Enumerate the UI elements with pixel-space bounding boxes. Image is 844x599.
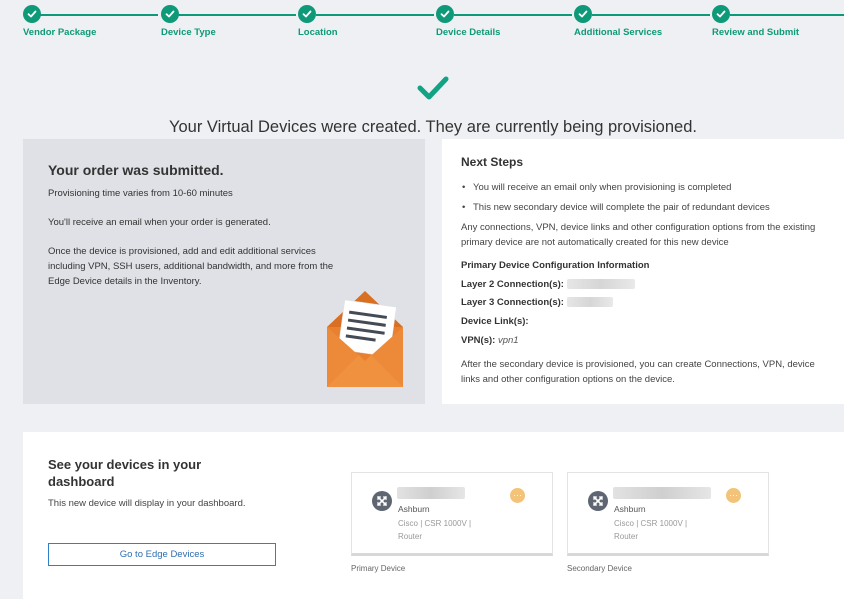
after-provisioning-text: After the secondary device is provisione… — [461, 359, 815, 385]
step-connector — [592, 14, 710, 16]
provisioning-time-text: Provisioning time varies from 10-60 minu… — [48, 188, 233, 199]
layer3-label: Layer 3 Connection(s): — [461, 297, 564, 308]
vpn-label: VPN(s): — [461, 335, 496, 346]
confirmation-title: Your Virtual Devices were created. They … — [169, 118, 697, 136]
step-connector — [730, 14, 844, 16]
check-icon — [298, 5, 316, 23]
device-links-row: Device Link(s): — [461, 316, 529, 327]
check-icon — [161, 5, 179, 23]
step-connector — [316, 14, 434, 16]
pending-status-icon: ··· — [510, 488, 525, 503]
dashboard-title: See your devices in your dashboard — [48, 457, 202, 489]
layer2-label: Layer 2 Connection(s): — [461, 279, 564, 290]
envelope-icon — [327, 291, 403, 387]
check-icon — [712, 5, 730, 23]
order-submitted-panel: Your order was submitted. Provisioning t… — [23, 139, 425, 404]
list-item: You will receive an email only when prov… — [461, 182, 831, 193]
next-steps-title: Next Steps — [461, 155, 524, 169]
dashboard-section: See your devices in your dashboard This … — [23, 432, 844, 599]
step-connector — [454, 14, 572, 16]
step-label: Location — [298, 27, 338, 38]
primary-device-caption: Primary Device — [351, 564, 406, 573]
next-steps-list: You will receive an email only when prov… — [461, 182, 831, 222]
redacted-value — [566, 297, 613, 308]
redacted-device-name — [397, 487, 465, 499]
layer3-connections-row: Layer 3 Connection(s): — [461, 297, 613, 308]
redacted-value — [566, 279, 635, 290]
next-steps-panel: Next Steps You will receive an email onl… — [442, 139, 844, 404]
go-to-edge-devices-button[interactable]: Go to Edge Devices — [48, 543, 276, 566]
check-icon — [436, 5, 454, 23]
secondary-device-caption: Secondary Device — [567, 564, 632, 573]
device-location: Ashburn — [614, 504, 646, 514]
device-model: Cisco | CSR 1000V | Router — [398, 519, 472, 541]
configuration-note: Any connections, VPN, device links and o… — [461, 222, 816, 248]
step-label: Device Type — [161, 27, 216, 38]
provisioned-info-text: Once the device is provisioned, add and … — [48, 246, 334, 287]
device-links-label: Device Link(s): — [461, 316, 529, 327]
secondary-device-card[interactable]: Ashburn Cisco | CSR 1000V | Router ··· — [567, 472, 769, 556]
step-label: Review and Submit — [712, 27, 800, 38]
email-notice-text: You'll receive an email when your order … — [48, 217, 271, 228]
device-model: Cisco | CSR 1000V | Router — [614, 519, 688, 541]
dashboard-subtitle: This new device will display in your das… — [48, 498, 246, 509]
step-connector — [40, 14, 158, 16]
success-check-icon — [417, 76, 449, 100]
router-icon — [372, 491, 392, 511]
order-title: Your order was submitted. — [48, 162, 224, 178]
router-icon — [588, 491, 608, 511]
check-icon — [574, 5, 592, 23]
list-item: This new secondary device will complete … — [461, 202, 831, 213]
redacted-device-name — [613, 487, 711, 499]
check-icon — [23, 5, 41, 23]
progress-stepper: Vendor Package Device Type Location Devi… — [0, 0, 844, 44]
layer2-connections-row: Layer 2 Connection(s): — [461, 279, 635, 290]
step-connector — [178, 14, 296, 16]
step-label: Vendor Package — [23, 27, 97, 38]
config-info-title: Primary Device Configuration Information — [461, 260, 650, 271]
pending-status-icon: ··· — [726, 488, 741, 503]
device-location: Ashburn — [398, 504, 430, 514]
step-label: Device Details — [436, 27, 501, 38]
step-label: Additional Services — [574, 27, 663, 38]
primary-device-card[interactable]: Ashburn Cisco | CSR 1000V | Router ··· — [351, 472, 553, 556]
vpn-row: VPN(s): vpn1 — [461, 335, 519, 346]
vpn-value: vpn1 — [497, 335, 519, 346]
